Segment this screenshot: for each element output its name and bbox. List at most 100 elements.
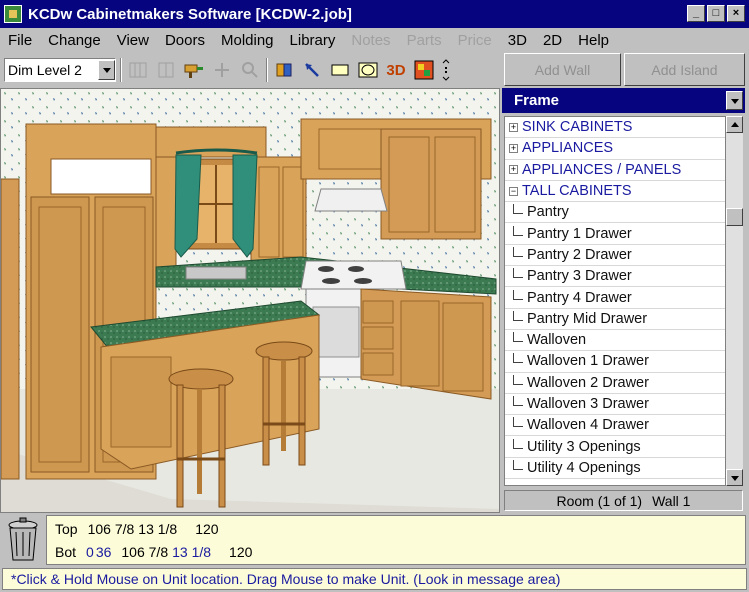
list-item[interactable]: Walloven 4 Drawer xyxy=(505,415,725,437)
panel-header-label: Frame xyxy=(514,92,560,109)
trash-icon[interactable] xyxy=(3,516,43,564)
list-item[interactable]: + SINK CABINETS xyxy=(505,117,725,139)
menu-2d[interactable]: 2D xyxy=(535,32,570,49)
list-item[interactable]: Utility 3 Openings xyxy=(505,436,725,458)
list-item[interactable]: Walloven 1 Drawer xyxy=(505,351,725,373)
pointer-icon[interactable] xyxy=(300,58,324,82)
top-value: 13 1/8 xyxy=(138,521,178,537)
list-item-label: Pantry 4 Drawer xyxy=(527,289,632,306)
list-item[interactable]: Pantry 2 Drawer xyxy=(505,245,725,267)
app-icon[interactable] xyxy=(4,5,22,23)
menu-library[interactable]: Library xyxy=(282,32,344,49)
menu-file[interactable]: File xyxy=(0,32,40,49)
3d-view-button[interactable]: 3D xyxy=(384,58,408,82)
3d-view-label: 3D xyxy=(386,61,406,79)
list-item-label: Utility 4 Openings xyxy=(527,459,641,476)
list-item-label: Pantry 3 Drawer xyxy=(527,268,632,285)
expand-icon[interactable]: + xyxy=(509,165,518,175)
list-item[interactable]: Pantry 1 Drawer xyxy=(505,223,725,245)
add-island-button[interactable]: Add Island xyxy=(624,53,745,86)
scroll-down-icon[interactable] xyxy=(726,469,743,486)
list-scrollbar[interactable] xyxy=(726,116,743,486)
list-item[interactable]: Pantry 4 Drawer xyxy=(505,287,725,309)
room-status: Room (1 of 1) Wall 1 xyxy=(504,490,743,511)
menu-3d[interactable]: 3D xyxy=(500,32,535,49)
window-title: KCDw Cabinetmakers Software [KCDW-2.job] xyxy=(28,5,352,23)
list-item[interactable]: + APPLIANCES xyxy=(505,138,725,160)
scroll-thumb[interactable] xyxy=(726,208,743,226)
paint-brush-icon[interactable] xyxy=(182,58,206,82)
toolbar-separator xyxy=(120,58,122,82)
add-wall-button[interactable]: Add Wall xyxy=(504,53,621,86)
list-item-label: Pantry 1 Drawer xyxy=(527,225,632,242)
kitchen-render xyxy=(1,89,499,512)
menu-doors[interactable]: Doors xyxy=(157,32,213,49)
chevron-down-icon[interactable] xyxy=(726,91,743,110)
tree-branch-icon xyxy=(513,459,523,470)
expand-icon[interactable]: + xyxy=(509,122,518,132)
title-bar: KCDw Cabinetmakers Software [KCDW-2.job]… xyxy=(0,0,749,28)
list-item-label: Pantry 2 Drawer xyxy=(527,246,632,263)
top-value: 120 xyxy=(195,521,219,537)
tree-branch-icon xyxy=(513,396,523,406)
list-item[interactable]: Pantry xyxy=(505,202,725,224)
chevron-down-icon[interactable] xyxy=(98,60,115,80)
toolbar-overflow-icon[interactable] xyxy=(440,58,452,82)
expand-icon[interactable]: + xyxy=(509,143,518,153)
tree-branch-icon xyxy=(513,353,523,364)
tree-branch-icon xyxy=(513,417,523,428)
split-disabled-icon[interactable] xyxy=(154,58,178,82)
menu-help[interactable]: Help xyxy=(570,32,617,49)
tree-branch-icon xyxy=(513,268,523,279)
list-item-label: Walloven 4 Drawer xyxy=(527,417,649,434)
menu-parts[interactable]: Parts xyxy=(399,32,450,49)
rectangle-view-icon[interactable] xyxy=(328,58,352,82)
close-button[interactable]: × xyxy=(727,5,745,22)
panel-header[interactable]: Frame xyxy=(502,88,745,113)
minimize-button[interactable]: _ xyxy=(687,5,705,22)
collapse-icon[interactable]: − xyxy=(509,186,518,196)
list-item[interactable]: − TALL CABINETS xyxy=(505,181,725,203)
menu-price[interactable]: Price xyxy=(450,32,500,49)
bot-value: 120 xyxy=(229,544,253,560)
tree-branch-icon xyxy=(513,246,523,257)
kitchen-3d-view[interactable] xyxy=(0,88,500,513)
bot-value: 106 7/8 xyxy=(121,544,169,560)
list-item-label: Walloven xyxy=(527,332,587,349)
bottom-dimensions: Bot 0 36 106 7/8 13 1/8 120 xyxy=(55,544,252,560)
list-item-label: APPLIANCES / PANELS xyxy=(522,161,682,178)
dim-level-select[interactable]: Dim Level 2 xyxy=(4,58,116,82)
list-item-label: Walloven 2 Drawer xyxy=(527,374,649,391)
list-item[interactable]: Walloven xyxy=(505,330,725,352)
list-item[interactable]: Walloven 2 Drawer xyxy=(505,373,725,394)
list-item[interactable]: Utility 4 Openings xyxy=(505,458,725,480)
arrows-disabled-icon[interactable] xyxy=(210,58,234,82)
toolbar-separator xyxy=(266,58,268,82)
list-item-label: TALL CABINETS xyxy=(522,183,632,200)
list-item-label: Pantry Mid Drawer xyxy=(527,310,648,327)
tree-branch-icon xyxy=(513,225,523,236)
book-icon[interactable] xyxy=(272,58,296,82)
ellipse-view-icon[interactable] xyxy=(356,58,380,82)
grid-disabled-icon[interactable] xyxy=(126,58,150,82)
top-value: 106 7/8 xyxy=(87,521,135,537)
room-label: Room (1 of 1) xyxy=(556,492,643,509)
dimension-area: Top 106 7/8 13 1/8 120 Bot 0 36 106 7/8 … xyxy=(0,514,749,566)
tree-branch-icon xyxy=(513,204,523,215)
color-palette-icon[interactable] xyxy=(412,58,436,82)
zoom-disabled-icon[interactable] xyxy=(238,58,262,82)
list-item[interactable]: Pantry Mid Drawer xyxy=(505,309,725,330)
menu-notes[interactable]: Notes xyxy=(343,32,398,49)
bot-label: Bot xyxy=(55,544,77,560)
menu-change[interactable]: Change xyxy=(40,32,109,49)
menu-view[interactable]: View xyxy=(109,32,157,49)
maximize-button[interactable]: □ xyxy=(707,5,725,22)
list-item-label: APPLIANCES xyxy=(522,140,614,157)
list-item[interactable]: Walloven 3 Drawer xyxy=(505,394,725,416)
list-item[interactable]: Pantry 3 Drawer xyxy=(505,266,725,288)
list-item[interactable]: + APPLIANCES / PANELS xyxy=(505,160,725,181)
bot-value: 13 1/8 xyxy=(172,544,212,560)
scroll-up-icon[interactable] xyxy=(726,116,743,133)
menu-molding[interactable]: Molding xyxy=(213,32,282,49)
cabinet-library-panel: Frame + SINK CABINETS + APPLIANCES + APPLIA… xyxy=(502,88,745,513)
